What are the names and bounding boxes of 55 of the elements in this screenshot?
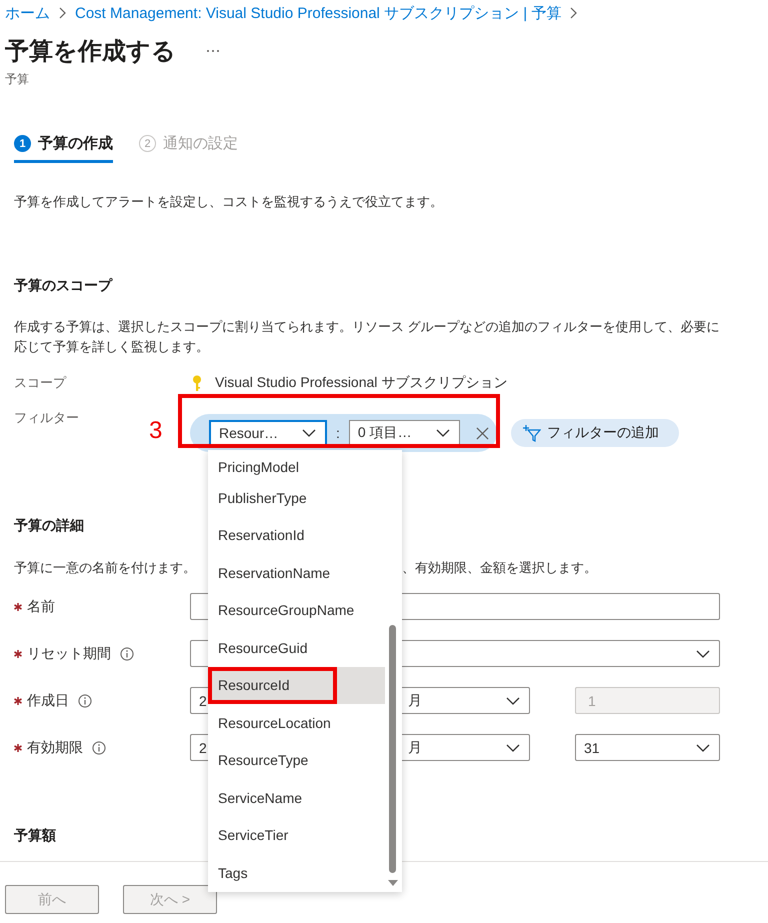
section-heading: 予算のスコープ — [14, 277, 114, 295]
field-label: 名前 — [27, 598, 55, 616]
breadcrumb-link[interactable]: Cost Management: Visual Studio Professional サブスクリプション | 予算 — [75, 4, 562, 22]
section-text: 作成する予算は、選択したスコープに割り当てられます。リソース グループなどの追加のフィルターを使用して、必要に応じて予算を詳しく監視します。 — [14, 318, 721, 356]
dropdown-option[interactable]: ResourceLocation — [208, 704, 385, 742]
page-title: 予算を作成する — [5, 37, 176, 67]
chevron-right-icon — [58, 7, 67, 19]
dropdown-option[interactable]: PricingModel — [208, 450, 385, 479]
dropdown-option[interactable]: ResourceType — [208, 742, 385, 779]
scrollbar-thumb[interactable] — [389, 625, 396, 873]
info-icon[interactable] — [92, 740, 106, 754]
section-text: 、有効期限、金額を選択します。 — [402, 559, 597, 577]
field-label: 有効期限 — [27, 738, 83, 756]
dropdown-option[interactable]: ResourceGuid — [208, 629, 385, 666]
field-label: スコープ — [14, 374, 68, 392]
dropdown-option[interactable]: PublisherType — [208, 479, 385, 516]
section-heading: 予算額 — [14, 827, 56, 845]
info-icon[interactable] — [78, 694, 92, 708]
info-icon[interactable] — [120, 646, 134, 660]
separator-text: : — [336, 425, 340, 441]
chevron-right-icon — [569, 7, 578, 19]
close-icon[interactable] — [476, 426, 489, 440]
dropdown-field[interactable]: 2 — [190, 687, 208, 714]
description-text: 予算を作成してアラートを設定し、コストを監視するうえで役立てます。 — [14, 193, 444, 211]
filter-key-select[interactable]: Resour… — [209, 420, 327, 446]
breadcrumb-link[interactable]: ホーム — [5, 4, 50, 22]
step-number: 1 — [14, 135, 31, 152]
disabled-field: 1 — [575, 687, 720, 714]
filter-value-select[interactable]: 0 項目… — [348, 420, 460, 446]
dropdown-field[interactable]: 月 — [402, 734, 530, 761]
dropdown-field[interactable] — [190, 640, 720, 667]
annotation-number: 3 — [149, 417, 162, 445]
dropdown-option[interactable]: ResourceId — [208, 666, 337, 704]
dropdown-field[interactable]: 2 — [190, 734, 208, 761]
dropdown-option[interactable]: ServiceName — [208, 779, 385, 816]
field-label: フィルター — [14, 409, 80, 427]
scope-value: Visual Studio Professional サブスクリプション — [215, 374, 508, 392]
add-filter-icon — [522, 424, 541, 442]
dropdown-option[interactable]: ServiceTier — [208, 816, 385, 854]
more-icon[interactable] — [206, 47, 220, 55]
input-field[interactable] — [190, 593, 720, 620]
field-label: 作成日 — [27, 692, 69, 710]
dropdown-option[interactable]: ReservationId — [208, 516, 385, 554]
dropdown-option[interactable]: ReservationName — [208, 554, 385, 592]
step-number: 2 — [139, 135, 156, 152]
dropdown-option[interactable]: ResourceGroupName — [208, 592, 385, 629]
dropdown-field[interactable]: 31 — [575, 734, 720, 761]
section-text: 予算に一意の名前を付けます。 — [14, 559, 196, 577]
page-subtitle: 予算 — [5, 71, 30, 88]
key-icon — [192, 375, 202, 391]
add-filter-button[interactable]: フィルターの追加 — [510, 419, 679, 447]
step-tab[interactable]: 1 予算の作成 — [14, 134, 113, 163]
scroll-down-icon[interactable] — [388, 880, 398, 886]
dropdown-field[interactable]: 月 — [402, 687, 530, 714]
field-label: リセット期間 — [27, 644, 111, 662]
